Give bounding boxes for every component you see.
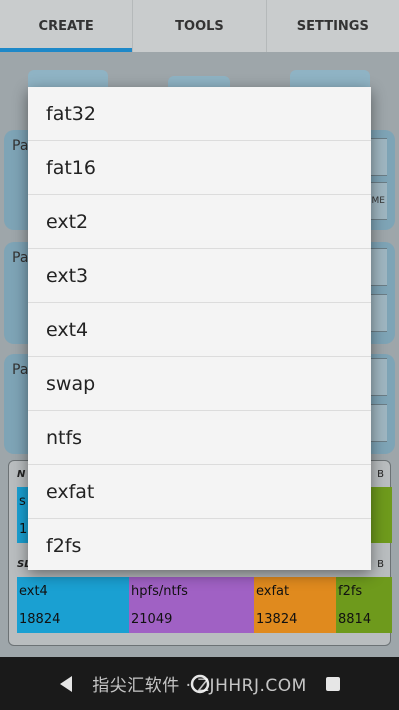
filesystem-dropdown: fat32 fat16 ext2 ext3 ext4 swap ntfs exf… bbox=[28, 87, 371, 570]
tab-create-label: CREATE bbox=[38, 18, 94, 34]
segment-name: ext4 bbox=[19, 584, 48, 599]
option-fat32[interactable]: fat32 bbox=[28, 87, 371, 141]
segment-size: 21049 bbox=[131, 612, 173, 627]
segment-f2fs[interactable]: f2fs 8814 bbox=[336, 577, 392, 633]
recents-icon[interactable] bbox=[322, 673, 344, 695]
option-swap[interactable]: swap bbox=[28, 357, 371, 411]
option-f2fs[interactable]: f2fs bbox=[28, 519, 371, 573]
navigation-bar bbox=[0, 657, 399, 710]
segment-size: 13824 bbox=[256, 612, 298, 627]
summary-top-segment bbox=[370, 487, 392, 543]
segment-hpfs-ntfs[interactable]: hpfs/ntfs 21049 bbox=[129, 577, 254, 633]
back-icon[interactable] bbox=[56, 673, 78, 695]
summary-segment-row: ext4 18824 hpfs/ntfs 21049 exfat 13824 f… bbox=[17, 577, 392, 633]
segment-name: f2fs bbox=[338, 584, 363, 599]
summary-top-size-unit: B bbox=[377, 469, 384, 480]
partition-label: Pa bbox=[12, 138, 29, 154]
summary-top-segment-size: 1 bbox=[19, 522, 28, 537]
option-ntfs[interactable]: ntfs bbox=[28, 411, 371, 465]
option-exfat[interactable]: exfat bbox=[28, 465, 371, 519]
partition-label: Pa bbox=[12, 250, 29, 266]
partition-side-button-text: ME bbox=[371, 196, 385, 206]
summary-top-label: N bbox=[17, 469, 26, 480]
segment-name: hpfs/ntfs bbox=[131, 584, 188, 599]
summary-top-segment-name: s bbox=[19, 494, 26, 509]
segment-size: 8814 bbox=[338, 612, 372, 627]
summary-mid-size-unit: B bbox=[377, 559, 384, 570]
option-ext2[interactable]: ext2 bbox=[28, 195, 371, 249]
tab-tools-label: TOOLS bbox=[175, 18, 224, 34]
segment-size: 18824 bbox=[19, 612, 61, 627]
partition-label: Pa bbox=[12, 362, 29, 378]
tab-settings-label: SETTINGS bbox=[296, 18, 369, 34]
segment-ext4[interactable]: ext4 18824 bbox=[17, 577, 129, 633]
tab-create[interactable]: CREATE bbox=[0, 0, 134, 52]
option-ext4[interactable]: ext4 bbox=[28, 303, 371, 357]
tab-tools[interactable]: TOOLS bbox=[133, 0, 267, 52]
tab-settings[interactable]: SETTINGS bbox=[267, 0, 399, 52]
option-fat16[interactable]: fat16 bbox=[28, 141, 371, 195]
home-icon[interactable] bbox=[189, 673, 211, 695]
segment-name: exfat bbox=[256, 584, 290, 599]
tab-bar: CREATE TOOLS SETTINGS bbox=[0, 0, 399, 52]
segment-exfat[interactable]: exfat 13824 bbox=[254, 577, 336, 633]
option-ext3[interactable]: ext3 bbox=[28, 249, 371, 303]
